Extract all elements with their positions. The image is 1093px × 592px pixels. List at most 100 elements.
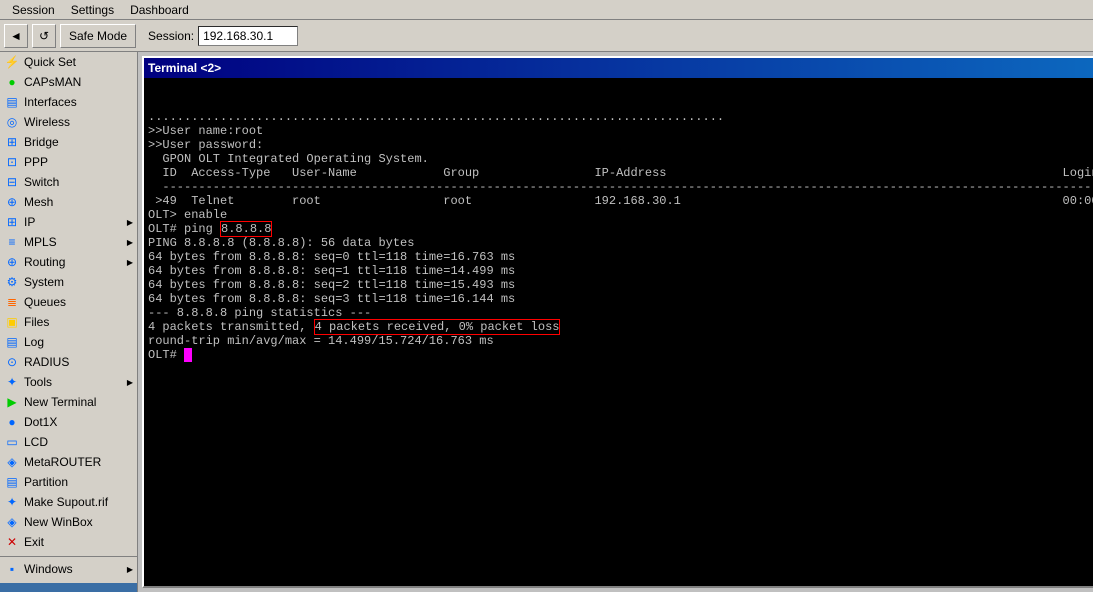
sidebar-item-ip[interactable]: ⊞IP▶: [0, 212, 137, 232]
terminal-line: >>User password:: [148, 138, 1093, 152]
terminal-line: ID Access-Type User-Name Group IP-Addres…: [148, 166, 1093, 180]
terminal-title-bar: Terminal <2> 🗗 ✕: [144, 58, 1093, 78]
sidebar-item-radius[interactable]: ⊙ RADIUS: [0, 352, 137, 372]
sidebar-item-label: Bridge: [24, 135, 59, 149]
switch-icon: ⊟: [4, 174, 20, 190]
terminal-line: 64 bytes from 8.8.8.8: seq=3 ttl=118 tim…: [148, 292, 1093, 306]
sidebar-item-wireless[interactable]: ◎ Wireless: [0, 112, 137, 132]
menu-dashboard[interactable]: Dashboard: [122, 3, 197, 17]
sidebar-item-label: CAPsMAN: [24, 75, 81, 89]
sidebar: ⚡Quick Set●CAPsMAN▤Interfaces◎Wireless⊞B…: [0, 52, 138, 592]
sidebar-item-quick-set[interactable]: ⚡Quick Set: [0, 52, 137, 72]
wireless-icon: ◎: [4, 114, 20, 130]
lcd-icon: ▭: [4, 434, 20, 450]
new-winbox-icon: ◈: [4, 514, 20, 530]
sidebar-item-label: Interfaces: [24, 95, 77, 109]
toolbar: ◄ ↺ Safe Mode Session:: [0, 20, 1093, 52]
sidebar-item-label: LCD: [24, 435, 48, 449]
terminal-cursor: [184, 348, 192, 362]
sidebar-item-ppp[interactable]: ⊡ PPP: [0, 152, 137, 172]
terminal-window: Terminal <2> 🗗 ✕ .......................…: [142, 56, 1093, 588]
system-icon: ⚙: [4, 274, 20, 290]
partition-icon: ▤: [4, 474, 20, 490]
sidebar-item-system[interactable]: ⚙System: [0, 272, 137, 292]
windows-icon: ▪: [4, 561, 20, 577]
menu-session[interactable]: Session: [4, 3, 63, 17]
sidebar-item-make-supout[interactable]: ✦Make Supout.rif: [0, 492, 137, 512]
sidebar-item-label: IP: [24, 215, 35, 229]
sidebar-item-label: Wireless: [24, 115, 70, 129]
sidebar-item-label: MPLS: [24, 235, 57, 249]
sidebar-item-label: Tools: [24, 375, 52, 389]
sidebar-item-files[interactable]: ▣ Files: [0, 312, 137, 332]
new-terminal-icon: ▶: [4, 394, 20, 410]
terminal-line: PING 8.8.8.8 (8.8.8.8): 56 data bytes: [148, 236, 1093, 250]
sidebar-item-log[interactable]: ▤Log: [0, 332, 137, 352]
ping-result: 4 packets received, 0% packet loss: [314, 319, 561, 335]
terminal-line: OLT#: [148, 348, 1093, 362]
exit-icon: ✕: [4, 534, 20, 550]
session-input[interactable]: [198, 26, 298, 46]
mpls-icon: ≡: [4, 234, 20, 250]
sidebar-item-label: Files: [24, 315, 49, 329]
sidebar-item-label: MetaROUTER: [24, 455, 101, 469]
sidebar-item-label: Windows: [24, 562, 73, 576]
terminal-container: Terminal <2> 🗗 ✕ .......................…: [138, 52, 1093, 592]
back-button[interactable]: ◄: [4, 24, 28, 48]
terminal-line: ----------------------------------------…: [148, 180, 1093, 194]
sidebar-item-label: Make Supout.rif: [24, 495, 108, 509]
sidebar-item-label: PPP: [24, 155, 48, 169]
sidebar-item-dot1x[interactable]: ● Dot1X: [0, 412, 137, 432]
terminal-line: 64 bytes from 8.8.8.8: seq=0 ttl=118 tim…: [148, 250, 1093, 264]
refresh-button[interactable]: ↺: [32, 24, 56, 48]
sidebar-item-exit[interactable]: ✕Exit: [0, 532, 137, 552]
dot1x-icon: ●: [4, 414, 20, 430]
sidebar-item-queues[interactable]: ≣Queues: [0, 292, 137, 312]
sidebar-item-bridge[interactable]: ⊞ Bridge: [0, 132, 137, 152]
sidebar-item-capsman[interactable]: ●CAPsMAN: [0, 72, 137, 92]
bridge-icon: ⊞: [4, 134, 20, 150]
main-area: ⚡Quick Set●CAPsMAN▤Interfaces◎Wireless⊞B…: [0, 52, 1093, 592]
sidebar-item-new-winbox[interactable]: ◈ New WinBox: [0, 512, 137, 532]
sidebar-item-routing[interactable]: ⊕Routing▶: [0, 252, 137, 272]
mesh-icon: ⊕: [4, 194, 20, 210]
files-icon: ▣: [4, 314, 20, 330]
arrow-icon: ▶: [127, 565, 133, 574]
sidebar-item-label: Partition: [24, 475, 68, 489]
terminal-line: 64 bytes from 8.8.8.8: seq=1 ttl=118 tim…: [148, 264, 1093, 278]
terminal-title: Terminal <2>: [148, 61, 221, 75]
terminal-line: 64 bytes from 8.8.8.8: seq=2 ttl=118 tim…: [148, 278, 1093, 292]
sidebar-item-label: Dot1X: [24, 415, 57, 429]
sidebar-item-mpls[interactable]: ≡MPLS▶: [0, 232, 137, 252]
ppp-icon: ⊡: [4, 154, 20, 170]
sidebar-item-interfaces[interactable]: ▤Interfaces: [0, 92, 137, 112]
terminal-content[interactable]: ........................................…: [144, 78, 1093, 586]
sidebar-item-label: RADIUS: [24, 355, 69, 369]
menu-settings[interactable]: Settings: [63, 3, 122, 17]
sidebar-item-mesh[interactable]: ⊕Mesh: [0, 192, 137, 212]
sidebar-item-label: Switch: [24, 175, 59, 189]
sidebar-item-label: Routing: [24, 255, 65, 269]
terminal-line: OLT> enable: [148, 208, 1093, 222]
sidebar-item-label: New Terminal: [24, 395, 96, 409]
radius-icon: ⊙: [4, 354, 20, 370]
ip-icon: ⊞: [4, 214, 20, 230]
routing-icon: ⊕: [4, 254, 20, 270]
sidebar-item-label: New WinBox: [24, 515, 93, 529]
sidebar-item-label: Queues: [24, 295, 66, 309]
terminal-line: >49 Telnet root root 192.168.30.1 00:00:…: [148, 194, 1093, 208]
sidebar-item-new-terminal[interactable]: ▶ New Terminal: [0, 392, 137, 412]
menu-bar: Session Settings Dashboard: [0, 0, 1093, 20]
terminal-line: GPON OLT Integrated Operating System.: [148, 152, 1093, 166]
sidebar-item-windows[interactable]: ▪ Windows ▶: [0, 559, 137, 579]
quick-set-icon: ⚡: [4, 54, 20, 70]
safe-mode-button[interactable]: Safe Mode: [60, 24, 136, 48]
sidebar-item-metarouter[interactable]: ◈MetaROUTER: [0, 452, 137, 472]
log-icon: ▤: [4, 334, 20, 350]
session-label: Session:: [148, 29, 194, 43]
sidebar-item-lcd[interactable]: ▭ LCD: [0, 432, 137, 452]
sidebar-item-switch[interactable]: ⊟ Switch: [0, 172, 137, 192]
sidebar-item-partition[interactable]: ▤ Partition: [0, 472, 137, 492]
winbox-brand: WinBox: [0, 583, 137, 592]
sidebar-item-tools[interactable]: ✦Tools▶: [0, 372, 137, 392]
